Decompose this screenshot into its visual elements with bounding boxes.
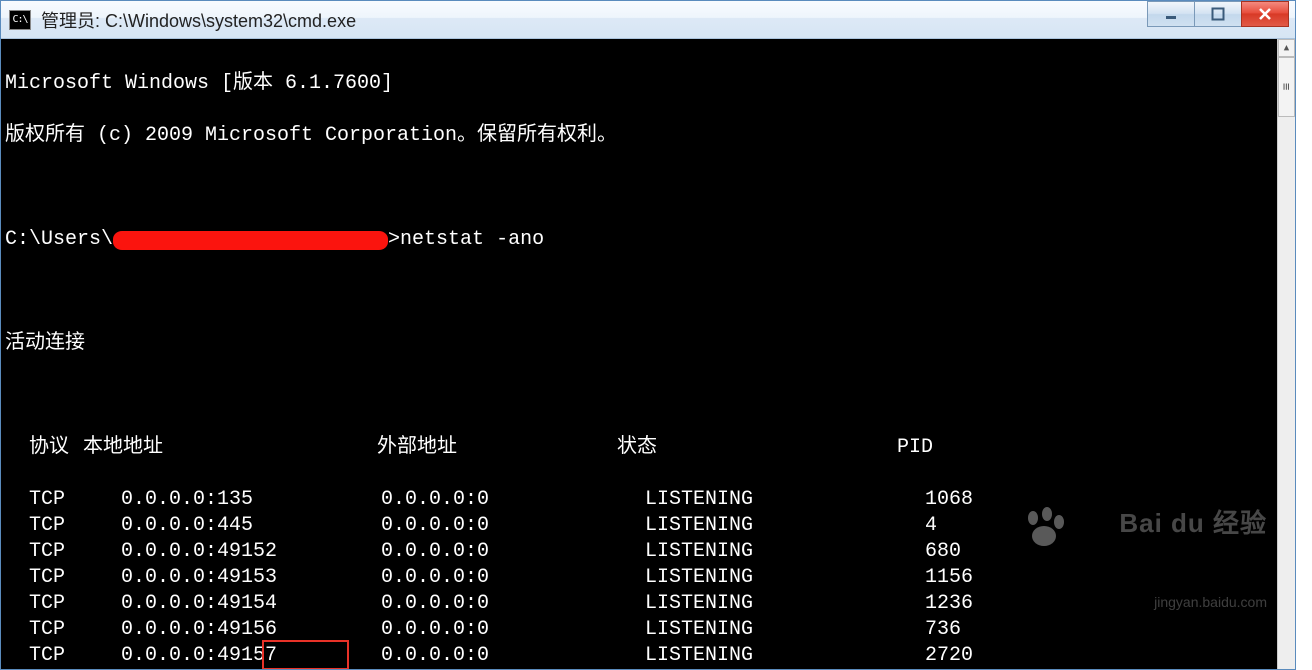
cell-pid: 736 [925,617,961,643]
cell-state: LISTENING [645,617,925,643]
cell-proto: TCP [5,591,85,617]
cell-foreign: 0.0.0.0:0 [345,513,645,539]
titlebar[interactable]: C:\ 管理员: C:\Windows\system32\cmd.exe [1,1,1295,39]
cell-state: LISTENING [645,513,925,539]
maximize-icon [1211,7,1225,21]
table-header: 协议本地地址外部地址状态PID [5,435,1273,461]
cell-pid: 1236 [925,591,973,617]
terminal-output[interactable]: Microsoft Windows [版本 6.1.7600] 版权所有 (c)… [1,39,1277,669]
cell-state: LISTENING [645,565,925,591]
close-icon [1258,7,1272,21]
cmd-window: C:\ 管理员: C:\Windows\system32\cmd.exe Mic… [0,0,1296,670]
cell-foreign: 0.0.0.0:0 [345,643,645,669]
cell-foreign: 0.0.0.0:0 [345,539,645,565]
table-row: TCP 0.0.0.0:49154 0.0.0.0:0LISTENING1236 [5,591,1273,617]
section-title: 活动连接 [5,331,1273,357]
header-proto: 协议 [5,435,83,461]
cell-state: LISTENING [645,643,925,669]
cell-foreign: 0.0.0.0:0 [345,487,645,513]
version-line: Microsoft Windows [版本 6.1.7600] [5,71,1273,97]
minimize-icon [1164,7,1178,21]
redacted-username [113,231,388,250]
cell-local: 0.0.0.0:445 [85,513,345,539]
cell-pid: 680 [925,539,961,565]
close-button[interactable] [1241,1,1289,27]
cell-proto: TCP [5,565,85,591]
cell-local: 0.0.0.0:49157 [85,643,345,669]
cell-proto: TCP [5,539,85,565]
header-local: 本地地址 [83,435,377,461]
table-row: TCP 0.0.0.0:135 0.0.0.0:0LISTENING1068 [5,487,1273,513]
cell-proto: TCP [5,513,85,539]
cell-foreign: 0.0.0.0:0 [345,591,645,617]
cell-local: 0.0.0.0:49152 [85,539,345,565]
scrollbar[interactable]: ▲ ≡ [1277,39,1295,669]
minimize-button[interactable] [1147,1,1195,27]
cell-proto: TCP [5,643,85,669]
cell-pid: 2720 [925,643,973,669]
header-pid: PID [897,435,933,461]
cell-state: LISTENING [645,539,925,565]
cell-proto: TCP [5,487,85,513]
scroll-up-button[interactable]: ▲ [1278,39,1295,57]
cell-foreign: 0.0.0.0:0 [345,617,645,643]
cell-state: LISTENING [645,591,925,617]
cell-foreign: 0.0.0.0:0 [345,565,645,591]
scroll-track[interactable] [1278,117,1295,669]
content-area: Microsoft Windows [版本 6.1.7600] 版权所有 (c)… [1,39,1295,669]
cell-local: 0.0.0.0:49154 [85,591,345,617]
table-row: TCP 0.0.0.0:49152 0.0.0.0:0LISTENING680 [5,539,1273,565]
prompt-prefix: C:\Users\ [5,227,113,253]
window-title: 管理员: C:\Windows\system32\cmd.exe [41,7,1148,33]
cell-state: LISTENING [645,487,925,513]
cell-pid: 1156 [925,565,973,591]
cmd-icon: C:\ [9,10,31,30]
cell-pid: 1068 [925,487,973,513]
command-text: netstat -ano [400,227,544,253]
cell-local: 0.0.0.0:135 [85,487,345,513]
cell-proto: TCP [5,617,85,643]
table-row: TCP 0.0.0.0:49156 0.0.0.0:0LISTENING736 [5,617,1273,643]
scroll-handle[interactable]: ≡ [1278,57,1295,117]
cell-local: 0.0.0.0:49156 [85,617,345,643]
table-row: TCP 0.0.0.0:49157 0.0.0.0:0LISTENING2720 [5,643,1273,669]
cell-pid: 4 [925,513,937,539]
prompt-line: C:\Users\ >netstat -ano [5,227,1273,253]
prompt-suffix: > [388,227,400,253]
maximize-button[interactable] [1194,1,1242,27]
table-row: TCP 0.0.0.0:445 0.0.0.0:0LISTENING4 [5,513,1273,539]
window-controls [1148,1,1289,27]
header-state: 状态 [617,435,897,461]
copyright-line: 版权所有 (c) 2009 Microsoft Corporation。保留所有… [5,123,1273,149]
table-row: TCP 0.0.0.0:49153 0.0.0.0:0LISTENING1156 [5,565,1273,591]
cell-local: 0.0.0.0:49153 [85,565,345,591]
header-foreign: 外部地址 [377,435,617,461]
